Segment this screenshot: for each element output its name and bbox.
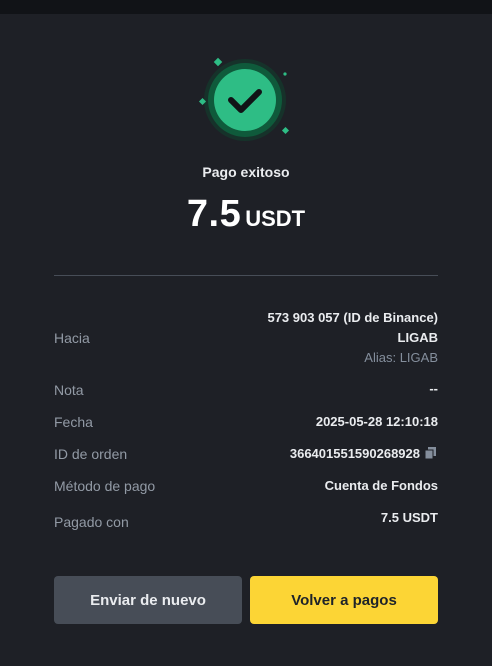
order-id-value: 366401551590268928 xyxy=(289,446,420,461)
date-label: Fecha xyxy=(54,414,93,430)
paid-with-value: 7.5 USDT xyxy=(380,510,438,525)
note-value: -- xyxy=(429,381,438,396)
check-circle-icon xyxy=(198,57,290,141)
to-label: Hacia xyxy=(54,330,90,346)
amount-value: 7.5 xyxy=(186,193,242,235)
paid-with-label: Pagado con xyxy=(54,514,129,530)
payment-amount: 7.5 USDT xyxy=(0,193,492,236)
top-bar xyxy=(0,0,492,14)
payment-status-title: Pago exitoso xyxy=(202,164,290,180)
order-id-row: 366401551590268928 xyxy=(290,446,438,461)
to-alias: Alias: LIGAB xyxy=(364,350,438,365)
divider xyxy=(54,275,438,276)
to-name: LIGAB xyxy=(397,330,438,345)
date-value: 2025-05-28 12:10:18 xyxy=(315,414,438,429)
send-again-button[interactable]: Enviar de nuevo xyxy=(54,576,242,624)
amount-currency: USDT xyxy=(245,206,306,231)
copy-icon[interactable] xyxy=(424,446,438,460)
payment-method-value: Cuenta de Fondos xyxy=(324,478,438,493)
note-label: Nota xyxy=(54,382,84,398)
back-to-payments-button[interactable]: Volver a pagos xyxy=(250,576,438,624)
to-binance-id: 573 903 057 (ID de Binance) xyxy=(267,310,438,325)
order-id-label: ID de orden xyxy=(54,446,128,462)
payment-method-label: Método de pago xyxy=(54,478,156,494)
